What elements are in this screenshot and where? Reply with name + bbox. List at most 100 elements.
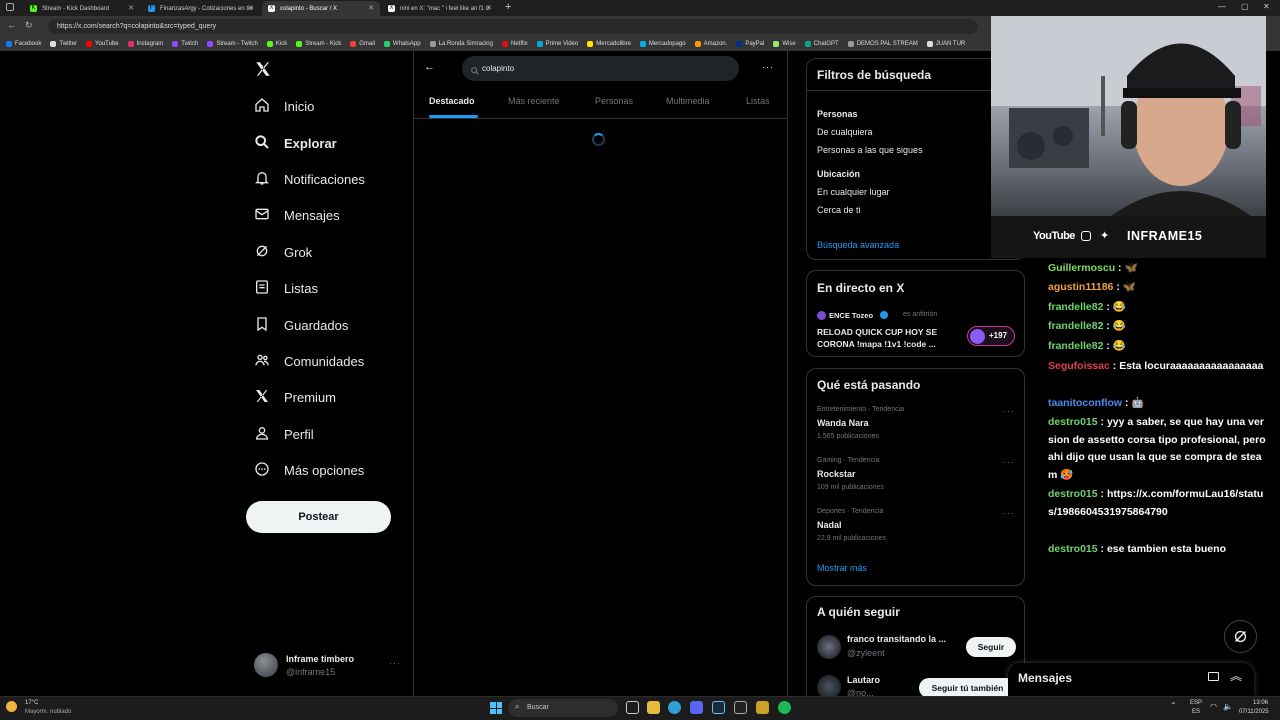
close-tab-icon[interactable]: ✕ bbox=[248, 4, 254, 12]
search-more-icon[interactable]: ··· bbox=[762, 62, 774, 72]
bookmark-item[interactable]: Twitter bbox=[50, 41, 77, 47]
bookmark-favicon-icon bbox=[773, 41, 780, 47]
trend-item[interactable]: Deportes · Tendencia Nadal 22,9 mil public… bbox=[817, 508, 1017, 552]
bookmark-item[interactable]: Stream - Twitch bbox=[207, 41, 258, 47]
filter-option[interactable]: Cerca de ti bbox=[817, 205, 861, 215]
nav-item-notificaciones[interactable]: Notificaciones bbox=[254, 170, 365, 189]
follow-name[interactable]: franco transitando la ... bbox=[847, 634, 946, 644]
nav-item-comunidades[interactable]: Comunidades bbox=[254, 352, 364, 371]
post-button[interactable]: Postear bbox=[246, 501, 391, 533]
app-icon[interactable] bbox=[756, 701, 769, 714]
close-window-icon[interactable]: ✕ bbox=[1263, 2, 1270, 11]
bookmark-item[interactable]: Instagram bbox=[127, 41, 163, 47]
clock-time[interactable]: 13:06 bbox=[1253, 700, 1268, 706]
trend-more-icon[interactable]: ··· bbox=[1003, 457, 1015, 467]
bookmark-item[interactable]: JUAN TUR bbox=[926, 41, 965, 47]
follow-back-button[interactable]: Seguir tú también bbox=[919, 678, 1016, 698]
trend-item[interactable]: Entretenimiento · Tendencia Wanda Nara 1.5… bbox=[817, 406, 1017, 450]
tab-destacado[interactable]: Destacado bbox=[429, 96, 475, 106]
browser-tab-3[interactable]: X colapinto - Buscar / X ✕ bbox=[262, 1, 380, 16]
trend-more-icon[interactable]: ··· bbox=[1003, 508, 1015, 518]
browser-tab-1[interactable]: K Stream - Kick Dashboard ✕ bbox=[24, 1, 140, 16]
start-icon[interactable] bbox=[490, 702, 502, 714]
listeners-badge[interactable]: +197 bbox=[967, 326, 1015, 346]
show-more-link[interactable]: Mostrar más bbox=[817, 563, 867, 573]
address-bar[interactable]: https://x.com/search?q=colapinto&src=typ… bbox=[48, 19, 978, 34]
follow-button[interactable]: Seguir bbox=[966, 637, 1016, 657]
bookmark-item[interactable]: Stream - Kick bbox=[296, 41, 341, 47]
nav-item-más-opciones[interactable]: Más opciones bbox=[254, 461, 364, 480]
follow-name[interactable]: Lautaro bbox=[847, 675, 880, 685]
bookmark-item[interactable]: DEMOS PAL STREAM bbox=[847, 41, 918, 47]
bookmark-item[interactable]: YouTube bbox=[86, 41, 119, 47]
bookmark-item[interactable]: La Ronda Simracing bbox=[429, 41, 493, 47]
messages-drawer[interactable]: Mensajes ︽ bbox=[1008, 663, 1254, 696]
x-logo-icon[interactable] bbox=[254, 60, 272, 78]
grok-float-button[interactable] bbox=[1224, 620, 1257, 653]
bookmark-item[interactable]: Mercadolibre bbox=[587, 41, 631, 47]
capcut-icon[interactable] bbox=[734, 701, 747, 714]
nav-item-explorar[interactable]: Explorar bbox=[254, 134, 337, 153]
nav-item-listas[interactable]: Listas bbox=[254, 279, 318, 298]
bookmark-item[interactable]: Gmail bbox=[350, 41, 375, 47]
file-explorer-icon[interactable] bbox=[647, 701, 660, 714]
nav-item-guardados[interactable]: Guardados bbox=[254, 316, 348, 335]
bookmark-item[interactable]: Amazon. bbox=[694, 41, 727, 47]
nav-item-mensajes[interactable]: Mensajes bbox=[254, 206, 340, 225]
nav-item-grok[interactable]: Grok bbox=[254, 243, 312, 262]
back-arrow-icon[interactable]: ← bbox=[424, 61, 435, 73]
expand-icon[interactable]: ︽ bbox=[1230, 667, 1242, 684]
close-tab-icon[interactable]: ✕ bbox=[128, 4, 134, 12]
account-more-icon[interactable]: ··· bbox=[389, 658, 401, 668]
bookmark-item[interactable]: Prime Video bbox=[536, 41, 578, 47]
nav-item-inicio[interactable]: Inicio bbox=[254, 97, 314, 116]
filter-option[interactable]: De cualquiera bbox=[817, 127, 873, 137]
tab-multimedia[interactable]: Multimedia bbox=[666, 96, 710, 106]
browser-tab-2[interactable]: F FinanzasArgy - Cotizaciones en tie ✕ bbox=[142, 1, 260, 16]
new-tab-button[interactable]: + bbox=[505, 1, 511, 13]
tab-personas[interactable]: Personas bbox=[595, 96, 633, 106]
volume-icon[interactable]: 🔈 bbox=[1223, 702, 1233, 711]
bookmark-item[interactable]: Facebook bbox=[6, 41, 41, 47]
discord-icon[interactable] bbox=[690, 701, 703, 714]
bookmark-item[interactable]: Twitch bbox=[172, 41, 198, 47]
maximize-icon[interactable]: ▢ bbox=[1241, 2, 1249, 11]
tab-mas-reciente[interactable]: Más reciente bbox=[508, 96, 560, 106]
minimize-icon[interactable]: — bbox=[1218, 2, 1226, 11]
bookmark-item[interactable]: WhatsApp bbox=[383, 41, 421, 47]
browser-tab-4[interactable]: X nini en X: "mac " i feel like an f1 d … bbox=[382, 1, 498, 16]
advanced-search-link[interactable]: Búsqueda avanzada bbox=[817, 240, 899, 250]
filter-option[interactable]: Personas a las que sigues bbox=[817, 145, 923, 155]
trend-item[interactable]: Gaming · Tendencia Rockstar 109 mil public… bbox=[817, 457, 1017, 501]
bookmark-item[interactable]: Mercadopago bbox=[639, 41, 686, 47]
taskbar-search[interactable]: ⌕ Buscar bbox=[508, 699, 618, 717]
account-switcher[interactable]: Inframe timbero @inframe15 ··· bbox=[254, 652, 404, 682]
bookmark-item[interactable]: Wise bbox=[773, 41, 796, 47]
browser-menu-icon[interactable] bbox=[6, 3, 14, 11]
filter-option[interactable]: En cualquier lugar bbox=[817, 187, 890, 197]
spotify-icon[interactable] bbox=[778, 701, 791, 714]
live-text[interactable]: RELOAD QUICK CUP HOY SE CORONA !mapa !1v… bbox=[817, 326, 957, 350]
close-tab-icon[interactable]: ✕ bbox=[368, 4, 374, 12]
bookmark-item[interactable]: Netflix bbox=[501, 41, 528, 47]
search-input[interactable]: colapinto bbox=[462, 56, 739, 81]
bookmark-item[interactable]: ChatGPT bbox=[804, 41, 839, 47]
back-icon[interactable]: ← bbox=[7, 20, 16, 30]
tab-listas[interactable]: Listas bbox=[746, 96, 770, 106]
close-tab-icon[interactable]: ✕ bbox=[486, 4, 492, 12]
nav-item-perfil[interactable]: Perfil bbox=[254, 425, 314, 444]
new-message-icon[interactable] bbox=[1208, 672, 1219, 681]
task-view-icon[interactable] bbox=[626, 701, 639, 714]
chat-username: frandelle82 bbox=[1048, 320, 1104, 332]
steam-icon[interactable] bbox=[712, 701, 725, 714]
tray-chevron-icon[interactable]: ⌃ bbox=[1170, 701, 1177, 710]
reload-icon[interactable]: ↻ bbox=[25, 20, 33, 31]
bookmark-item[interactable]: PayPal bbox=[736, 41, 764, 47]
edge-icon[interactable] bbox=[668, 701, 681, 714]
wifi-icon[interactable]: ◠ bbox=[1210, 702, 1217, 711]
bookmark-item[interactable]: Kick bbox=[266, 41, 287, 47]
lang-label[interactable]: ESP bbox=[1190, 700, 1202, 706]
clock-date[interactable]: 07/11/2025 bbox=[1239, 709, 1269, 715]
trend-more-icon[interactable]: ··· bbox=[1003, 406, 1015, 416]
nav-item-premium[interactable]: Premium bbox=[254, 388, 336, 407]
